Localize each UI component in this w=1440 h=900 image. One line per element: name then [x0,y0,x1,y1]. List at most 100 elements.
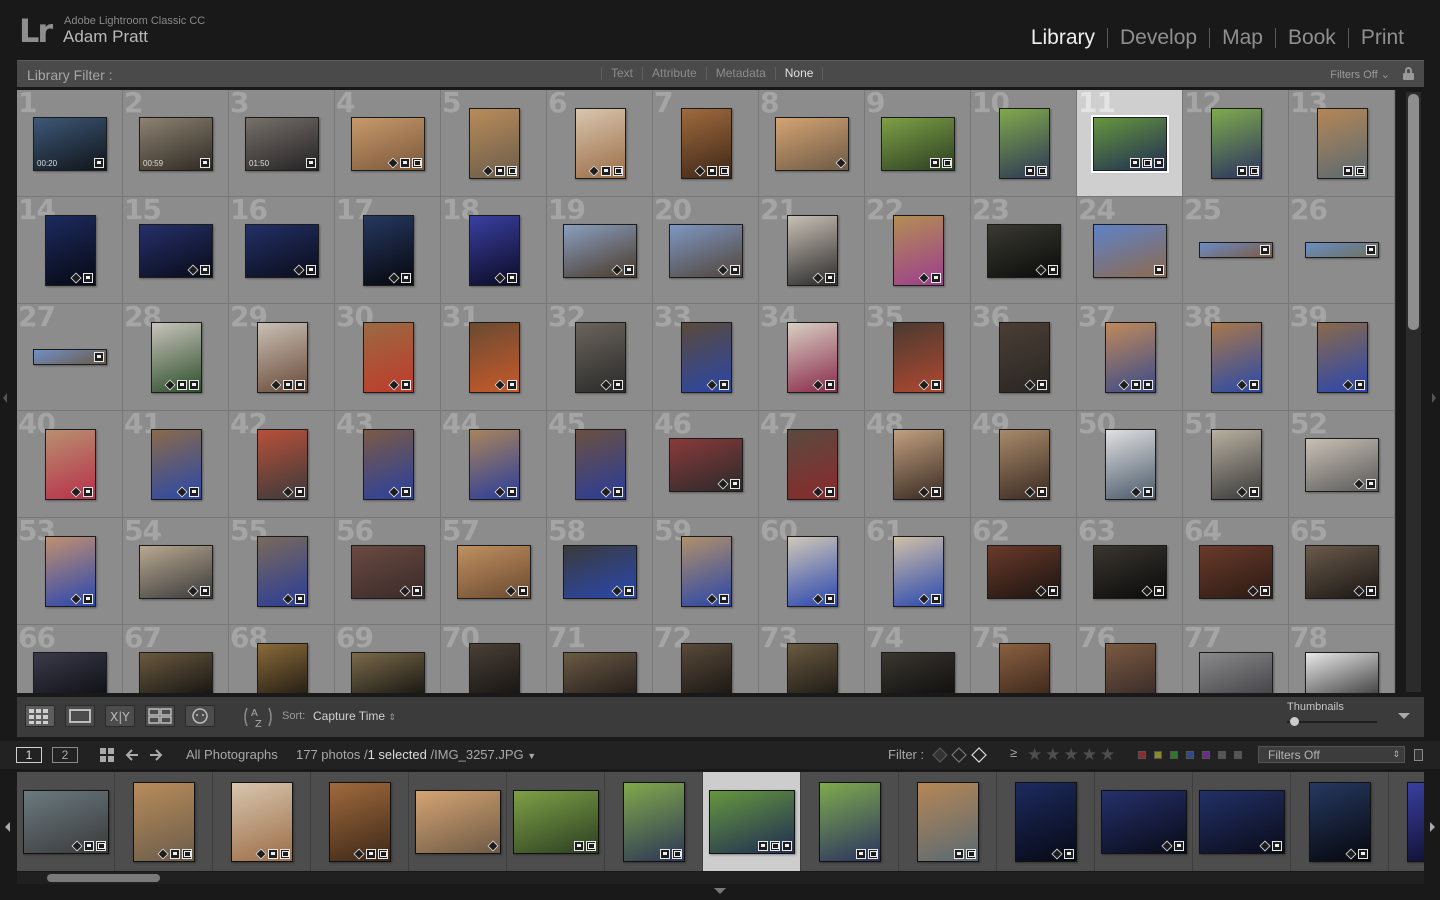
color-label-swatch[interactable] [1186,751,1194,759]
keyword-badge-icon[interactable] [399,585,411,597]
comment-badge-icon[interactable] [1249,380,1259,390]
collection-badge-icon[interactable] [966,849,976,859]
filter-tab-text[interactable]: Text [602,66,642,80]
photo-thumbnail[interactable] [151,322,202,393]
grid-cell[interactable]: 3 01:50 [229,90,335,197]
comment-badge-icon[interactable] [84,841,94,851]
keyword-badge-icon[interactable] [706,379,718,391]
photo-thumbnail[interactable] [787,215,838,286]
comment-badge-icon[interactable] [200,265,210,275]
photo-thumbnail[interactable] [893,215,944,286]
grid-cell[interactable]: 61 [865,518,971,625]
keyword-badge-icon[interactable] [717,264,729,276]
comment-badge-icon[interactable] [719,594,729,604]
comment-badge-icon[interactable] [1260,586,1270,596]
keyword-badge-icon[interactable] [1353,478,1365,490]
sort-direction-icon[interactable]: AZ [241,704,275,730]
source-label[interactable]: All Photographs [186,747,278,762]
filmstrip-left-icon[interactable] [5,822,10,832]
photo-thumbnail[interactable] [1093,545,1167,599]
grid-scrollbar[interactable] [1406,92,1421,692]
grid-cell[interactable]: 44 [441,411,547,518]
filmstrip-item[interactable] [311,772,409,871]
comment-badge-icon[interactable] [825,380,835,390]
compare-view-icon[interactable]: X|Y [105,705,135,727]
photo-thumbnail[interactable] [669,224,743,278]
main-window-button[interactable]: 1 [16,747,42,763]
grid-cell[interactable]: 51 [1183,411,1289,518]
grid-cell[interactable]: 8 [759,90,865,197]
photo-thumbnail[interactable] [709,790,795,854]
keyword-badge-icon[interactable] [71,840,83,852]
collection-badge-icon[interactable] [1355,166,1365,176]
comment-badge-icon[interactable] [401,273,411,283]
comment-badge-icon[interactable] [601,166,611,176]
comment-badge-icon[interactable] [401,487,411,497]
keyword-badge-icon[interactable] [187,264,199,276]
photo-thumbnail[interactable] [363,429,414,500]
photo-thumbnail[interactable] [45,536,96,607]
photo-thumbnail[interactable] [1091,115,1169,173]
comment-badge-icon[interactable] [825,594,835,604]
comment-badge-icon[interactable] [1048,265,1058,275]
keyword-badge-icon[interactable] [812,272,824,284]
photo-thumbnail[interactable] [351,545,425,599]
photo-thumbnail[interactable] [917,782,979,862]
keyword-badge-icon[interactable] [505,585,517,597]
grid-cell[interactable]: 1 00:20 [17,90,123,197]
grid-cell[interactable]: 2 00:59 [123,90,229,197]
comment-badge-icon[interactable] [930,158,940,168]
photo-thumbnail[interactable] [1305,652,1379,693]
photo-thumbnail[interactable] [23,790,109,854]
grid-cell[interactable]: 19 [547,197,653,304]
grid-cell[interactable]: 35 [865,304,971,411]
photo-thumbnail[interactable] [1305,438,1379,492]
grid-cell[interactable]: 23 [971,197,1077,304]
comment-badge-icon[interactable] [1174,841,1184,851]
grid-cell[interactable]: 54 [123,518,229,625]
comment-badge-icon[interactable] [412,586,422,596]
grid-cell[interactable]: 67 [123,625,229,693]
filter-lock-icon[interactable] [1414,749,1423,761]
grid-cell[interactable]: 5 [441,90,547,197]
collection-badge-icon[interactable] [770,841,780,851]
grid-cell[interactable]: 49 [971,411,1077,518]
keyword-badge-icon[interactable] [1051,848,1063,860]
rating-operator[interactable]: ≥ [1010,745,1017,760]
keyword-badge-icon[interactable] [70,272,82,284]
grid-cell[interactable]: 21 [759,197,865,304]
comment-badge-icon[interactable] [954,849,964,859]
keyword-badge-icon[interactable] [494,379,506,391]
comment-badge-icon[interactable] [170,849,180,859]
filmstrip-right-icon[interactable] [1430,822,1435,832]
filter-tab-attribute[interactable]: Attribute [643,66,706,80]
comment-badge-icon[interactable] [624,586,634,596]
photo-thumbnail[interactable] [45,215,96,286]
grid-cell[interactable]: 43 [335,411,441,518]
grid-cell[interactable]: 58 [547,518,653,625]
collection-badge-icon[interactable] [719,166,729,176]
filmstrip-scrollbar-thumb[interactable] [47,874,160,882]
photo-thumbnail[interactable] [351,117,425,171]
grid-cell[interactable]: 26 [1289,197,1395,304]
grid-cell[interactable]: 10 [971,90,1077,197]
photo-thumbnail[interactable] [681,643,732,693]
comment-badge-icon[interactable] [518,586,528,596]
filter-preset-select[interactable]: Filters Off ⌄ [1330,68,1390,81]
keyword-badge-icon[interactable] [918,486,930,498]
grid-cell[interactable]: 38 [1183,304,1289,411]
photo-thumbnail[interactable] [681,536,732,607]
photo-thumbnail[interactable] [351,652,425,693]
photo-thumbnail[interactable] [775,117,849,171]
grid-cell[interactable]: 63 [1077,518,1183,625]
grid-cell[interactable]: 39 [1289,304,1395,411]
grid-cell[interactable]: 27 [17,304,123,411]
keyword-badge-icon[interactable] [1035,264,1047,276]
comment-badge-icon[interactable] [730,265,740,275]
photo-thumbnail[interactable] [1317,322,1368,393]
filmstrip-item[interactable] [409,772,507,871]
keyword-badge-icon[interactable] [1236,486,1248,498]
collection-badge-icon[interactable] [1249,166,1259,176]
forward-arrow-icon[interactable] [148,747,164,768]
grid-cell[interactable]: 25 [1183,197,1289,304]
